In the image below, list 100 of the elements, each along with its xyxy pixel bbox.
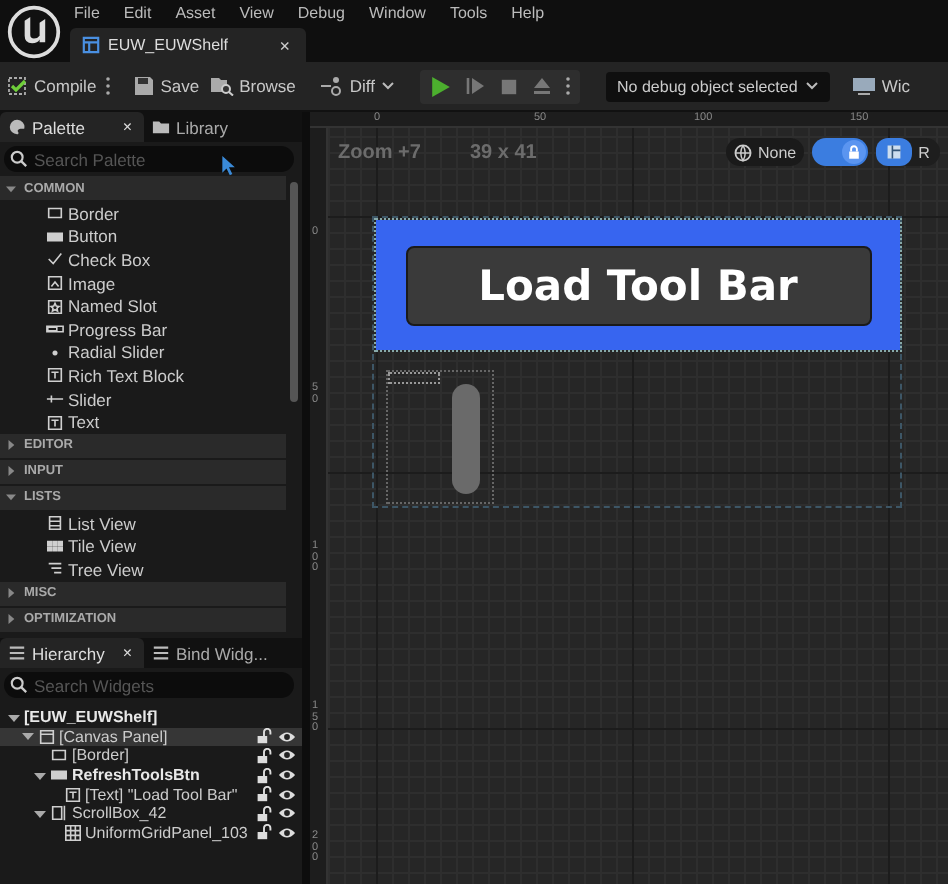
list-icon xyxy=(8,644,26,662)
panel-tab[interactable]: Bind Widg... xyxy=(144,638,288,668)
palette-item[interactable]: Progress Bar xyxy=(0,317,286,342)
palette-item[interactable]: Tile View xyxy=(0,535,286,559)
progress-bar-icon xyxy=(46,320,64,339)
grid-icon xyxy=(46,537,64,556)
folder-icon xyxy=(152,118,170,136)
step-icon[interactable] xyxy=(465,76,486,96)
palette-item[interactable]: Image xyxy=(0,271,286,295)
panel-tab[interactable]: Palette × xyxy=(0,112,144,142)
palette-item[interactable]: Border xyxy=(0,202,286,226)
widget-name: ScrollBox_42 xyxy=(72,804,167,823)
hierarchy-item[interactable]: [Canvas Panel] xyxy=(0,727,302,747)
load-tool-bar-button[interactable]: Load Tool Bar xyxy=(405,245,871,325)
eye-icon[interactable] xyxy=(278,823,296,842)
menu-item[interactable]: Debug xyxy=(297,3,345,21)
palette-icon xyxy=(8,118,26,136)
collapsed-arrow-icon xyxy=(6,614,16,625)
panel-tab[interactable]: Library xyxy=(144,112,288,142)
widget-name: UniformGridPanel_103 xyxy=(85,823,248,842)
diff-button[interactable]: Diff xyxy=(319,76,394,96)
menu-item[interactable]: Window xyxy=(368,3,426,21)
close-button[interactable]: × xyxy=(279,35,290,55)
image-icon xyxy=(46,274,64,293)
browse-button[interactable]: Browse xyxy=(209,76,296,96)
close-button[interactable]: × xyxy=(122,644,132,662)
search-icon xyxy=(10,676,28,694)
checkmark-icon xyxy=(46,250,64,269)
hierarchy-item[interactable]: [Border] xyxy=(0,746,302,766)
scroll-icon xyxy=(50,804,68,823)
palette-item[interactable]: List View xyxy=(0,511,286,536)
panel-tab[interactable]: Hierarchy × xyxy=(0,638,144,668)
compile-button[interactable]: Compile xyxy=(8,76,97,96)
text-icon xyxy=(46,413,64,432)
close-button[interactable]: × xyxy=(122,118,132,136)
globe-icon xyxy=(734,143,752,161)
unlock-icon[interactable] xyxy=(256,728,272,745)
unlock-icon[interactable] xyxy=(256,767,272,784)
view-mode-button[interactable]: None xyxy=(726,138,805,166)
palette-item[interactable]: Check Box xyxy=(0,248,286,272)
unlock-icon[interactable] xyxy=(256,824,272,841)
expanded-arrow-icon[interactable] xyxy=(34,769,46,782)
widget-name: [Canvas Panel] xyxy=(59,727,168,746)
tab-label: Bind Widg... xyxy=(176,643,268,663)
eject-icon[interactable] xyxy=(531,76,552,96)
more-options-icon[interactable] xyxy=(565,76,570,96)
layout-icon xyxy=(876,138,913,166)
hierarchy-item[interactable]: ScrollBox_42 xyxy=(0,803,302,824)
expanded-arrow-icon[interactable] xyxy=(34,807,46,820)
border-widget[interactable]: Load Tool Bar xyxy=(376,220,900,350)
menu-item[interactable]: Asset xyxy=(175,3,216,21)
document-tab[interactable]: EUW_EUWShelf × xyxy=(70,28,306,62)
save-button[interactable]: Save xyxy=(134,76,200,96)
menu-item[interactable]: Help xyxy=(511,3,545,21)
palette-item[interactable]: Named Slot xyxy=(0,294,286,318)
respect-locks-button[interactable]: R xyxy=(876,138,940,166)
logo-icon[interactable] xyxy=(6,4,62,60)
eye-icon[interactable] xyxy=(278,727,296,746)
hierarchy-item[interactable]: [EUW_EUWShelf] xyxy=(0,708,302,728)
caret-icon xyxy=(805,82,818,90)
hierarchy-item[interactable]: RefreshToolsBtn xyxy=(0,765,302,785)
eye-icon[interactable] xyxy=(278,766,296,785)
expanded-arrow-icon[interactable] xyxy=(8,711,20,724)
canvas-panel-outline[interactable]: Load Tool Bar xyxy=(372,216,902,508)
expanded-arrow-icon xyxy=(6,183,16,193)
palette-item[interactable]: Rich Text Block xyxy=(0,364,286,388)
folder-search-icon xyxy=(209,76,234,96)
palette-item[interactable]: Slider xyxy=(0,387,286,411)
play-icon[interactable] xyxy=(429,75,452,97)
widget-reflector-button[interactable]: Wic xyxy=(851,76,910,96)
eye-icon[interactable] xyxy=(278,746,296,765)
grid-icon xyxy=(63,823,81,842)
lock-toggle[interactable] xyxy=(812,138,869,166)
menu-item[interactable]: Tools xyxy=(449,3,488,21)
more-options-icon[interactable] xyxy=(106,76,111,96)
search-field[interactable]: Search Widgets xyxy=(4,672,294,698)
grid-panel-outline[interactable] xyxy=(388,372,440,384)
menu-item[interactable]: View xyxy=(239,3,274,21)
scrollbar-thumb[interactable] xyxy=(290,182,298,402)
debug-object-dropdown[interactable]: No debug object selected xyxy=(605,71,830,101)
zoom-level: Zoom +7 xyxy=(338,142,421,164)
hierarchy-item[interactable]: UniformGridPanel_103 xyxy=(0,823,302,843)
palette-item[interactable]: Radial Slider xyxy=(0,341,286,365)
unlock-icon[interactable] xyxy=(256,747,272,764)
text-icon xyxy=(63,785,81,804)
eye-icon[interactable] xyxy=(278,785,296,804)
widget-name: [EUW_EUWShelf] xyxy=(24,708,158,727)
hierarchy-item[interactable]: [Text] "Load Tool Bar" xyxy=(0,784,302,804)
unlock-icon[interactable] xyxy=(256,805,272,822)
stop-icon[interactable] xyxy=(499,77,518,95)
unlock-icon[interactable] xyxy=(256,786,272,803)
search-field[interactable]: Search Palette xyxy=(4,146,294,172)
palette-item[interactable]: Text xyxy=(0,410,286,434)
caret-icon xyxy=(381,82,394,90)
expanded-arrow-icon[interactable] xyxy=(21,730,33,743)
menu-item[interactable]: Edit xyxy=(123,3,152,21)
palette-item[interactable]: Tree View xyxy=(0,558,286,582)
eye-icon[interactable] xyxy=(278,804,296,823)
palette-item[interactable]: Button xyxy=(0,225,286,249)
menu-item[interactable]: File xyxy=(74,3,100,21)
